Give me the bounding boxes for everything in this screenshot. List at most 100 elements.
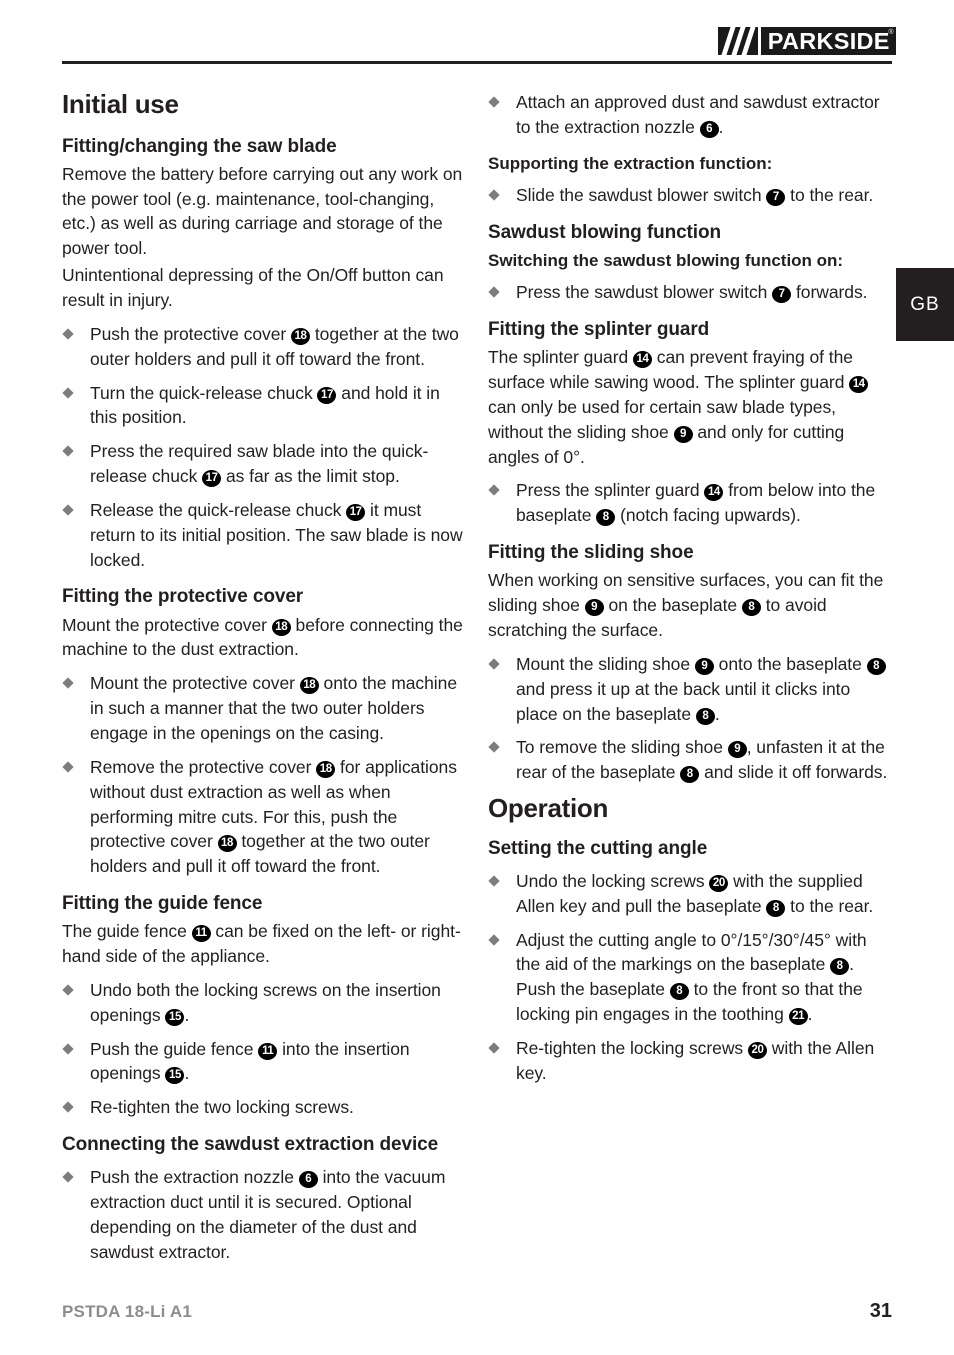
text: Mount the sliding shoe [516,653,691,674]
heading-fitting-sliding-shoe: Fitting the sliding shoe [488,542,694,564]
part-number-badge: 8 [830,958,850,976]
text: forwards. [795,282,868,303]
bullet-diamond-icon [62,1101,74,1113]
text: and press it up at the back until it cli… [516,678,851,724]
list-protective-cover-steps: Mount the protective cover 18 onto the m… [62,671,464,879]
text: Release the quick-release chuck [90,499,342,520]
list-item: Undo both the locking screws on the inse… [62,978,464,1028]
list-sliding-shoe-steps: Mount the sliding shoe 9 onto the basepl… [488,652,890,785]
list-item: Press the sawdust blower switch 7 forwar… [488,280,890,305]
paragraph-unintentional-depressing: Unintentional depressing of the On/Off b… [62,265,444,310]
list-item: Mount the protective cover 18 onto the m… [62,671,464,746]
part-number-badge: 18 [271,618,291,636]
list-item: Push the protective cover 18 together at… [62,322,464,372]
part-number-badge: 15 [165,1067,185,1085]
part-number-badge: 14 [632,351,652,369]
text: . [718,116,724,137]
list-sawdust-extraction-steps: Push the extraction nozzle 6 into the va… [62,1165,464,1264]
text: on the baseplate [608,595,738,616]
text: . [184,1063,190,1084]
part-number-badge: 17 [202,470,222,488]
heading-fitting-protective-cover: Fitting the protective cover [62,586,304,608]
list-item: Push the guide fence 11 into the inserti… [62,1037,464,1087]
part-number-badge: 11 [191,925,211,943]
part-number-badge: 9 [673,425,693,443]
bullet-diamond-icon [62,504,74,516]
text: to the rear. [790,184,874,205]
part-number-badge: 17 [346,503,366,521]
list-attach-extractor: Attach an approved dust and sawdust extr… [488,90,890,140]
text: Slide the sawdust blower switch [516,184,762,205]
heading-connecting-sawdust-extraction-device: Connecting the sawdust extraction device [62,1134,439,1156]
text: Push the protective cover [90,323,287,344]
heading-switching-blowing-on: Switching the sawdust blowing function o… [488,250,844,270]
part-number-badge: 8 [866,657,886,675]
text: The guide fence [62,921,187,942]
text: Push the guide fence [90,1038,254,1059]
part-number-badge: 9 [694,657,714,675]
part-number-badge: 8 [596,509,616,527]
bullet-diamond-icon [62,328,74,340]
list-item: Push the extraction nozzle 6 into the va… [62,1165,464,1264]
part-number-badge: 6 [298,1171,318,1189]
list-guide-fence-steps: Undo both the locking screws on the inse… [62,978,464,1120]
list-item: Re-tighten the locking screws 20 with th… [488,1036,890,1086]
part-number-badge: 21 [788,1008,808,1026]
list-item: Remove the protective cover 18 for appli… [62,755,464,879]
list-item: Mount the sliding shoe 9 onto the basepl… [488,652,890,727]
bullet-diamond-icon [488,189,500,201]
part-number-badge: 9 [584,599,604,617]
language-tab-gb: GB [896,268,954,341]
bullet-diamond-icon [488,286,500,298]
bullet-diamond-icon [62,1042,74,1055]
page-footer: PSTDA 18-Li A1 31 [62,1300,892,1323]
logo-brand-text: PARKSIDE [767,27,890,54]
text: Mount the protective cover [62,614,267,635]
bullet-diamond-icon [62,677,74,689]
list-item: Re-tighten the two locking screws. [62,1095,464,1120]
list-supporting-extraction: Slide the sawdust blower switch 7 to the… [488,183,890,208]
part-number-badge: 8 [680,766,700,784]
logo-wordmark: PARKSIDE ® [761,27,896,55]
paragraph-splinter-guard-info: The splinter guard 14 can prevent frayin… [488,345,890,469]
text: Press the splinter guard [516,480,700,501]
text: and slide it off forwards. [704,762,888,783]
bullet-diamond-icon [62,1171,74,1183]
text: The splinter guard [488,347,629,368]
heading-supporting-extraction-function: Supporting the extraction function: [488,153,773,173]
text: Undo both the locking screws on the inse… [90,979,441,1025]
bullet-diamond-icon [488,96,500,108]
part-number-badge: 18 [316,760,336,778]
text: Re-tighten the locking screws [516,1037,744,1058]
list-item: Undo the locking screws 20 with the supp… [488,869,890,919]
heading-fitting-changing-saw-blade: Fitting/changing the saw blade [62,135,337,157]
list-item: To remove the sliding shoe 9, unfasten i… [488,735,890,785]
list-saw-blade-steps: Push the protective cover 18 together at… [62,322,464,573]
footer-page-number: 31 [869,1300,892,1322]
list-cutting-angle-steps: Undo the locking screws 20 with the supp… [488,869,890,1086]
part-number-badge: 20 [709,874,729,892]
list-item: Press the splinter guard 14 from below i… [488,478,890,528]
part-number-badge: 20 [747,1041,767,1059]
bullet-diamond-icon [488,933,500,946]
part-number-badge: 18 [299,677,319,695]
part-number-badge: 14 [704,484,724,502]
bullet-diamond-icon [62,984,74,996]
text: Turn the quick-release chuck [90,382,313,403]
paragraph-mount-protective-cover: Mount the protective cover 18 before con… [62,613,464,663]
text: (notch facing upwards). [620,505,801,526]
bullet-diamond-icon [62,761,74,773]
list-item: Turn the quick-release chuck 17 and hold… [62,381,464,431]
text: . [184,1004,190,1025]
bullet-diamond-icon [488,875,500,887]
part-number-badge: 17 [317,386,337,404]
list-switching-blowing-on: Press the sawdust blower switch 7 forwar… [488,280,890,305]
list-item: Release the quick-release chuck 17 it mu… [62,498,464,573]
text: To remove the sliding shoe [516,737,723,758]
section-title-operation: Operation [488,793,609,824]
bullet-diamond-icon [488,741,500,754]
footer-model-name: PSTDA 18-Li A1 [62,1302,193,1321]
part-number-badge: 18 [217,835,237,853]
parkside-logo: PARKSIDE ® [718,27,896,55]
part-number-badge: 8 [695,707,715,725]
